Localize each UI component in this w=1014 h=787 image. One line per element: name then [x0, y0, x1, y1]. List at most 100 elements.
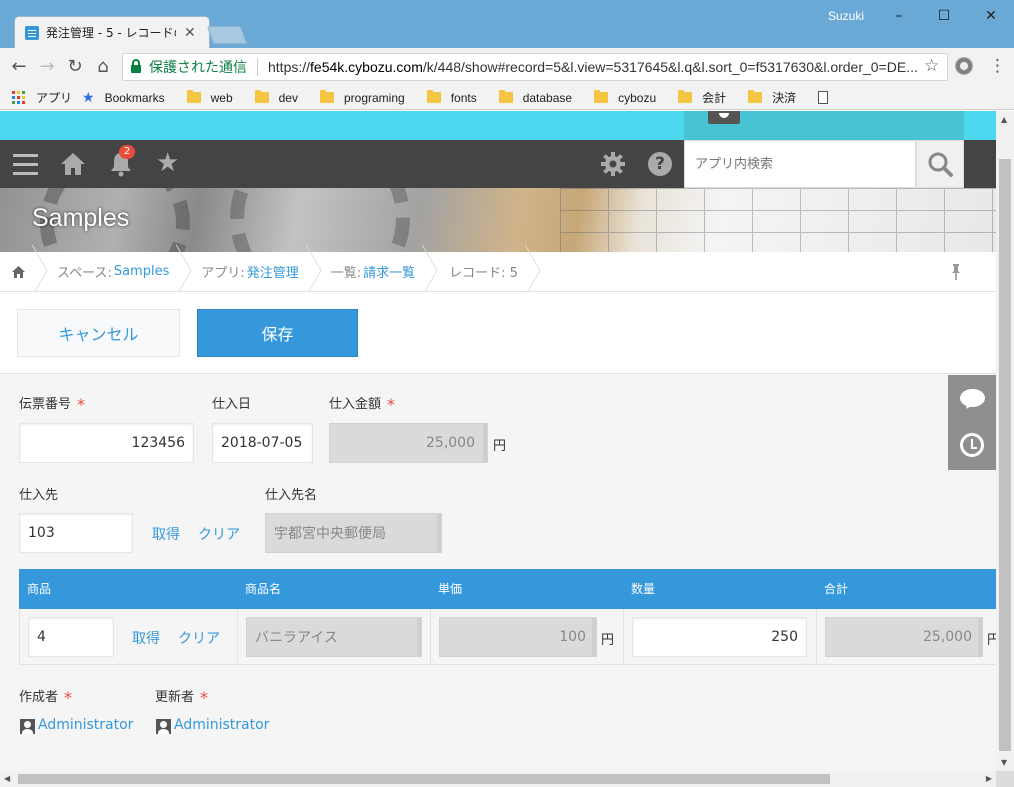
- new-tab-button[interactable]: [206, 26, 248, 44]
- folder-icon: [186, 90, 201, 103]
- home-icon[interactable]: ⌂: [92, 56, 114, 78]
- forward-icon[interactable]: →: [36, 56, 58, 78]
- column-divider: [816, 609, 817, 665]
- creator-user-link[interactable]: Administrator: [38, 717, 133, 733]
- scrollbar-corner: [996, 771, 1014, 787]
- folder-icon: [678, 90, 693, 103]
- supplier-fetch-link[interactable]: 取得: [152, 524, 180, 544]
- save-button[interactable]: 保存: [197, 309, 358, 357]
- comment-icon[interactable]: [960, 389, 985, 407]
- back-icon[interactable]: ←: [8, 56, 30, 78]
- portal-home-icon[interactable]: [60, 152, 86, 176]
- chrome-menu-icon[interactable]: ⋮: [989, 56, 1006, 76]
- gear-icon[interactable]: [600, 151, 626, 177]
- bookmark-folder-programing[interactable]: programing: [319, 90, 405, 105]
- unit-price-field: 100: [439, 617, 597, 657]
- history-icon[interactable]: [960, 433, 984, 457]
- breadcrumb-app[interactable]: アプリ: 発注管理: [185, 252, 314, 292]
- kintone-app-icon: [25, 25, 39, 40]
- pin-icon[interactable]: [950, 264, 962, 280]
- bookmark-label: Bookmarks: [104, 90, 165, 105]
- breadcrumb-view[interactable]: 一覧: 請求一覧: [315, 252, 431, 292]
- secure-label: 保護された通信: [149, 59, 247, 75]
- bookmark-folder-accounting[interactable]: 会計: [678, 89, 726, 106]
- bookmark-apps[interactable]: アプリ: [12, 89, 72, 106]
- bookmark-label: cybozu: [618, 90, 657, 105]
- quantity-field[interactable]: 250: [632, 617, 807, 657]
- bookmark-folder-settlement[interactable]: 決済: [748, 89, 796, 106]
- required-mark: *: [77, 395, 86, 414]
- product-lookup-field[interactable]: 4: [28, 617, 114, 657]
- user-icon: [156, 719, 171, 734]
- purchase-date-field[interactable]: 2018-07-05: [212, 423, 313, 463]
- scroll-right-arrow-icon[interactable]: ▶: [986, 774, 992, 783]
- horizontal-scroll-thumb[interactable]: [18, 774, 830, 784]
- bookmark-folder-database[interactable]: database: [498, 90, 572, 105]
- menu-icon[interactable]: [13, 154, 38, 175]
- breadcrumb-space[interactable]: スペース: Samples: [41, 252, 185, 292]
- total-unit: 円: [987, 633, 996, 648]
- tab-close-icon[interactable]: ✕: [184, 25, 196, 41]
- bookmark-folder-web[interactable]: web: [186, 90, 233, 105]
- horizontal-scrollbar[interactable]: ◀ ▶: [0, 771, 996, 787]
- bookmark-page-icon[interactable]: [818, 91, 829, 104]
- lock-icon: [131, 59, 141, 73]
- minimize-icon[interactable]: –: [876, 4, 922, 28]
- side-toolbar: [948, 375, 996, 470]
- bookmark-label: 決済: [772, 91, 797, 105]
- record-action-bar: キャンセル 保存: [0, 292, 996, 374]
- breadcrumb-app-link[interactable]: 発注管理: [247, 262, 299, 281]
- scroll-down-arrow-icon[interactable]: ▼: [1001, 758, 1007, 767]
- space-title: Samples: [32, 204, 130, 232]
- column-header-total: 合計: [824, 582, 849, 596]
- bookmark-folder-cybozu[interactable]: cybozu: [594, 90, 657, 105]
- url-path: /k/448/show#record=5&l.view=5317645&l.q&…: [422, 59, 918, 75]
- subtable-header: 商品 商品名 単価 数量 合計: [19, 569, 996, 609]
- folder-icon: [498, 90, 513, 103]
- cancel-button[interactable]: キャンセル: [17, 309, 180, 357]
- tab-title: 発注管理 - 5 - レコードの詳: [46, 26, 176, 40]
- product-clear-link[interactable]: クリア: [178, 628, 220, 648]
- user-menu[interactable]: [684, 111, 964, 140]
- window-profile-name[interactable]: Suzuki: [828, 9, 864, 23]
- address-bar[interactable]: 保護された通信 https://fe54k.cybozu.com/k/448/s…: [122, 53, 948, 81]
- breadcrumb-space-link[interactable]: Samples: [114, 264, 170, 279]
- vertical-scrollbar[interactable]: ▲ ▼: [996, 111, 1014, 771]
- folder-icon: [426, 90, 441, 103]
- browser-tab[interactable]: 発注管理 - 5 - レコードの詳 ✕: [14, 16, 210, 48]
- scroll-up-arrow-icon[interactable]: ▲: [1001, 115, 1007, 124]
- supplier-clear-link[interactable]: クリア: [198, 524, 240, 544]
- breadcrumb-view-link[interactable]: 請求一覧: [363, 262, 415, 281]
- required-mark: *: [200, 688, 209, 707]
- bookmark-folder-dev[interactable]: dev: [254, 90, 298, 105]
- breadcrumb-home[interactable]: [0, 252, 41, 292]
- global-navigation: 2 ★ ?: [0, 140, 996, 188]
- bookmark-bookmarks[interactable]: ★ Bookmarks: [82, 89, 165, 106]
- folder-icon: [319, 90, 334, 103]
- maximize-icon[interactable]: ☐: [921, 4, 967, 28]
- slip-no-field[interactable]: 123456: [19, 423, 194, 463]
- purchase-amount-unit: 円: [493, 439, 507, 454]
- banner-gear-art: [230, 188, 410, 252]
- help-icon[interactable]: ?: [648, 152, 672, 176]
- favorites-star-icon[interactable]: ★: [156, 149, 179, 177]
- extension-icon[interactable]: [955, 57, 973, 75]
- updater-user-link[interactable]: Administrator: [174, 717, 269, 733]
- avatar: [708, 111, 740, 124]
- supplier-lookup-field[interactable]: 103: [19, 513, 133, 553]
- column-header-quantity: 数量: [631, 582, 656, 596]
- bookmark-star-icon[interactable]: ☆: [924, 56, 939, 76]
- scroll-left-arrow-icon[interactable]: ◀: [4, 774, 10, 783]
- url-host: fe54k.cybozu.com: [310, 59, 423, 75]
- supplier-label: 仕入先: [19, 488, 59, 503]
- page-viewport: 2 ★ ? Samples: [0, 111, 996, 771]
- search-button[interactable]: [916, 140, 964, 188]
- app-search-input[interactable]: [684, 140, 916, 188]
- reload-icon[interactable]: ↻: [64, 56, 86, 78]
- product-fetch-link[interactable]: 取得: [132, 628, 160, 648]
- close-window-icon[interactable]: ✕: [968, 4, 1014, 28]
- bookmark-folder-fonts[interactable]: fonts: [426, 90, 477, 105]
- vertical-scroll-thumb[interactable]: [999, 159, 1011, 751]
- unit-price-unit: 円: [601, 633, 615, 648]
- supplier-name-label: 仕入先名: [265, 488, 318, 503]
